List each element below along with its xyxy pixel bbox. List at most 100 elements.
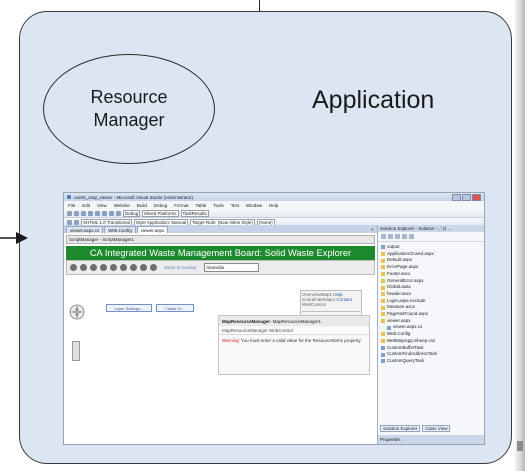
back-icon[interactable] — [110, 264, 117, 271]
platform-select[interactable]: Mixed Platforms — [142, 209, 179, 217]
ide-window-title: cwmb_map_viewer - Microsoft Visual Studi… — [74, 194, 193, 200]
print-icon[interactable] — [150, 264, 157, 271]
contact-link[interactable]: Contact — [337, 297, 353, 302]
find-select[interactable]: TaskResults — [180, 209, 209, 217]
application-label: Application — [312, 86, 435, 114]
copy-icon[interactable] — [95, 210, 100, 216]
cut-icon[interactable] — [88, 210, 93, 216]
tree-item[interactable]: Web.Config — [381, 331, 481, 338]
file-icon — [381, 339, 385, 344]
menu-view[interactable]: View — [97, 203, 107, 208]
identify-icon[interactable] — [130, 264, 137, 271]
properties-icon[interactable] — [381, 234, 386, 239]
pan-icon[interactable] — [90, 264, 97, 271]
tree-item[interactable]: header.ascx — [381, 291, 481, 298]
file-icon — [381, 278, 385, 283]
debug-config-select[interactable]: Debug — [123, 209, 141, 217]
open-icon[interactable] — [74, 210, 79, 216]
i-want-to-button[interactable]: I Want To... — [156, 304, 194, 312]
script-manager-control[interactable]: ScriptManager - ScriptManager1 — [66, 235, 375, 244]
tree-item[interactable]: GeneralError.aspx — [381, 278, 481, 285]
minimize-icon[interactable] — [452, 193, 461, 201]
tree-item[interactable]: CustomBufferTask — [381, 345, 481, 352]
tab-viewer-cs[interactable]: viewer.aspx.cs — [66, 226, 104, 233]
close-document-icon[interactable]: × — [370, 227, 375, 232]
indent-icon[interactable] — [74, 219, 79, 225]
menu-help[interactable]: Help — [269, 203, 278, 208]
edge-mark — [517, 441, 523, 451]
resource-manager-label: Resource Manager — [90, 87, 168, 130]
file-icon — [387, 325, 391, 330]
zoom-slider-icon[interactable] — [72, 341, 80, 361]
file-icon — [381, 298, 385, 303]
forward-icon[interactable] — [120, 264, 127, 271]
menu-window[interactable]: Window — [246, 203, 262, 208]
folder-icon — [381, 245, 385, 250]
resource-panel-title: MapResourceManager - MapResourceManager1 — [219, 316, 369, 326]
properties-header: Properties — [378, 435, 484, 444]
solution-tree: output ApplicationClosed.aspx Default.as… — [378, 242, 484, 367]
tab-solution-explorer[interactable]: Solution Explorer — [380, 425, 421, 432]
design-editor: viewer.aspx.cs Web.Config viewer.aspx × … — [64, 225, 378, 444]
tree-item[interactable]: WebMapApp.Sheep.css — [381, 338, 481, 345]
solution-explorer-header: Solution Explorer - Solution '...' (1 ..… — [378, 225, 484, 232]
ide-titlebar: cwmb_map_viewer - Microsoft Visual Studi… — [64, 193, 484, 201]
play-icon[interactable] — [116, 210, 121, 216]
document-tabs: viewer.aspx.cs Web.Config viewer.aspx × — [64, 225, 377, 233]
menu-file[interactable]: File — [68, 203, 75, 208]
tree-item[interactable]: Login.aspx.exclude — [381, 298, 481, 305]
tree-item[interactable]: viewer.aspx — [381, 318, 481, 325]
menu-build[interactable]: Build — [137, 203, 147, 208]
tree-item[interactable]: Default.aspx — [381, 257, 481, 264]
refresh-icon[interactable] — [395, 234, 400, 239]
county-select[interactable]: Alameda — [204, 263, 260, 272]
new-project-icon[interactable] — [67, 210, 72, 216]
tree-item[interactable]: ApplicationClosed.aspx — [381, 251, 481, 258]
maximize-icon[interactable] — [462, 193, 471, 201]
tab-viewer-aspx[interactable]: viewer.aspx — [136, 226, 169, 233]
incoming-arrow — [0, 232, 28, 244]
close-icon[interactable] — [472, 193, 481, 201]
map-design-area: Layer Settings... I Want To... — [66, 297, 214, 385]
measure-icon[interactable] — [140, 264, 147, 271]
save-icon[interactable] — [81, 210, 86, 216]
file-icon — [381, 319, 385, 324]
tree-item[interactable]: CustomQueryTask — [381, 358, 481, 365]
layer-settings-button[interactable]: Layer Settings... — [106, 304, 152, 312]
show-all-files-icon[interactable] — [388, 234, 393, 239]
view-code-icon[interactable] — [402, 234, 407, 239]
tab-class-view[interactable]: Class View — [422, 425, 451, 432]
tree-item[interactable]: CustomFindAddressTask — [381, 351, 481, 358]
menu-format[interactable]: Format — [174, 203, 188, 208]
file-icon — [381, 292, 385, 297]
window-controls — [452, 193, 481, 201]
menu-edit[interactable]: Edit — [82, 203, 90, 208]
undo-icon[interactable] — [109, 210, 114, 216]
tree-item[interactable]: Footer.ascx — [381, 271, 481, 278]
full-extent-icon[interactable] — [100, 264, 107, 271]
paste-icon[interactable] — [102, 210, 107, 216]
view-designer-icon[interactable] — [409, 234, 414, 239]
compass-icon[interactable] — [68, 303, 86, 321]
file-icon — [381, 312, 385, 317]
tree-item[interactable]: PageNotFound.aspx — [381, 311, 481, 318]
map-resource-manager-control[interactable]: MapResourceManager - MapResourceManager1… — [218, 315, 370, 375]
menu-website[interactable]: Website — [114, 203, 130, 208]
tree-item[interactable]: Measure.ascx — [381, 304, 481, 311]
zoom-in-icon[interactable] — [70, 264, 77, 271]
solution-explorer-panel: Solution Explorer - Solution '...' (1 ..… — [378, 225, 484, 444]
menu-table[interactable]: Table — [195, 203, 206, 208]
resource-panel-warning: Warning: You must enter a valid value fo… — [222, 338, 362, 343]
zoom-out-icon[interactable] — [80, 264, 87, 271]
menu-test[interactable]: Test — [231, 203, 239, 208]
tree-item[interactable]: ErrorPage.aspx — [381, 264, 481, 271]
format-icon[interactable] — [67, 219, 72, 225]
tree-item[interactable]: Global.asax — [381, 284, 481, 291]
tab-web-config[interactable]: Web.Config — [104, 226, 136, 233]
project-icon — [381, 352, 385, 357]
menu-tools[interactable]: Tools — [213, 203, 224, 208]
tree-item[interactable]: viewer.aspx.cs — [381, 324, 481, 331]
menu-debug[interactable]: Debug — [154, 203, 167, 208]
ide-toolbar-1: Debug Mixed Platforms TaskResults — [64, 209, 484, 218]
tree-item[interactable]: output — [381, 244, 481, 251]
